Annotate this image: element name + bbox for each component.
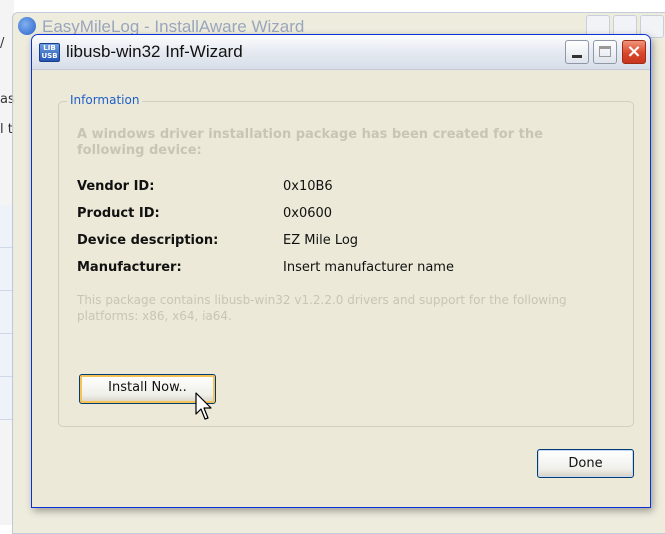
product-id-label: Product ID: — [77, 206, 160, 221]
manufacturer-value: Insert manufacturer name — [283, 260, 454, 275]
maximize-button[interactable] — [593, 40, 617, 64]
installaware-app-icon — [18, 17, 36, 35]
inf-wizard-dialog: LIB USB libusb-win32 Inf-Wizard × Inform… — [31, 34, 651, 508]
device-description-label: Device description: — [77, 233, 219, 248]
package-created-description: A windows driver installation package ha… — [77, 127, 543, 158]
title-bar[interactable]: LIB USB libusb-win32 Inf-Wizard × — [32, 35, 650, 70]
background-fragment: l t — [0, 122, 13, 137]
mouse-pointer-icon — [195, 392, 212, 420]
minimize-icon — [572, 55, 582, 58]
libusb-app-icon: LIB USB — [39, 43, 60, 62]
window-title: libusb-win32 Inf-Wizard — [66, 42, 243, 61]
close-icon: × — [626, 41, 642, 62]
dialog-client-area: Information A windows driver installatio… — [36, 73, 646, 503]
vendor-id-value: 0x10B6 — [283, 179, 333, 194]
information-groupbox: Information A windows driver installatio… — [58, 93, 634, 427]
background-fragment: / — [0, 36, 5, 51]
vendor-id-label: Vendor ID: — [77, 179, 155, 194]
device-description-value: EZ Mile Log — [283, 233, 359, 248]
maximize-icon — [599, 46, 611, 57]
manufacturer-label: Manufacturer: — [77, 260, 182, 275]
close-button[interactable]: × — [622, 40, 646, 64]
package-support-note: This package contains libusb-win32 v1.2.… — [77, 293, 567, 323]
done-button[interactable]: Done — [537, 449, 634, 478]
groupbox-label: Information — [67, 93, 143, 107]
minimize-button[interactable] — [565, 40, 589, 64]
product-id-value: 0x0600 — [283, 206, 333, 221]
